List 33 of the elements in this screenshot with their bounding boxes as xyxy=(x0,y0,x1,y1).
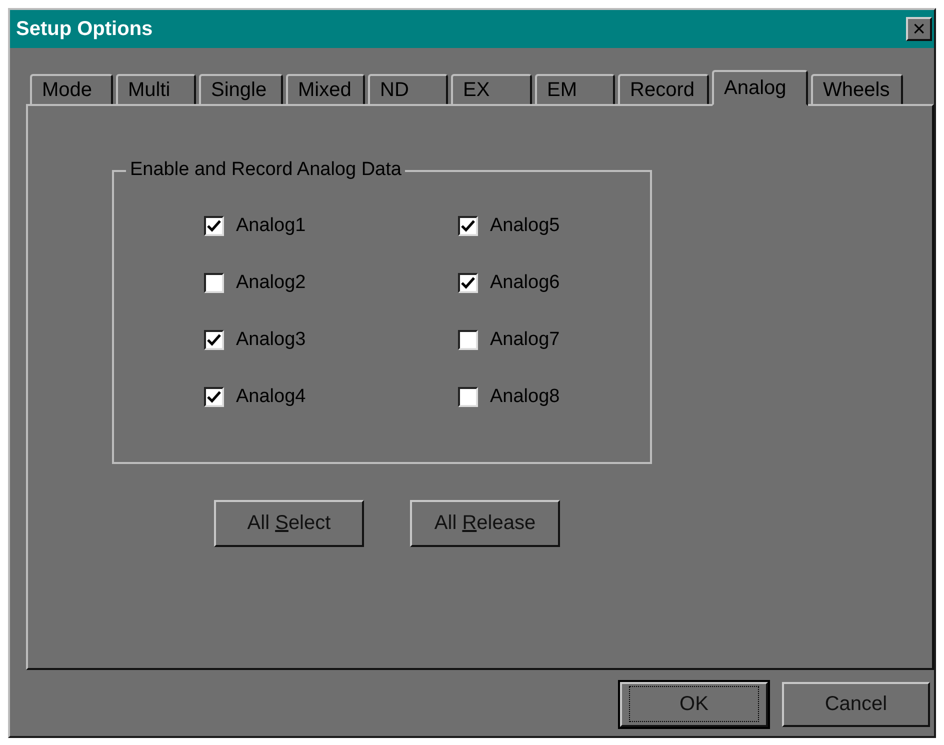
checkbox-label[interactable]: Analog4 xyxy=(236,386,306,408)
checkbox[interactable] xyxy=(204,216,224,236)
checkbox[interactable] xyxy=(458,216,478,236)
tab[interactable]: Single xyxy=(199,74,283,104)
group-title: Enable and Record Analog Data xyxy=(126,159,406,181)
tab[interactable]: EX xyxy=(451,74,532,104)
ok-button[interactable]: OK xyxy=(620,682,768,727)
checkbox-label[interactable]: Analog8 xyxy=(490,386,560,408)
checkbox-label[interactable]: Analog1 xyxy=(236,215,306,237)
checkbox[interactable] xyxy=(458,330,478,350)
checkbox-label[interactable]: Analog7 xyxy=(490,329,560,351)
tab[interactable]: Analog xyxy=(712,70,808,106)
select-button[interactable]: All Release xyxy=(410,500,560,547)
window-title: Setup Options xyxy=(16,18,153,40)
checkbox-label[interactable]: Analog3 xyxy=(236,329,306,351)
checkbox[interactable] xyxy=(458,387,478,407)
select-button[interactable]: All Select xyxy=(214,500,364,547)
checkbox[interactable] xyxy=(204,273,224,293)
close-button[interactable]: × xyxy=(906,17,932,41)
checkbox[interactable] xyxy=(458,273,478,293)
tab[interactable]: Mode xyxy=(30,74,113,104)
tab[interactable]: Mixed xyxy=(286,74,365,104)
cancel-button[interactable]: Cancel xyxy=(782,682,930,727)
checkbox[interactable] xyxy=(204,387,224,407)
checkbox[interactable] xyxy=(204,330,224,350)
checkbox-label[interactable]: Analog5 xyxy=(490,215,560,237)
tab[interactable]: ND xyxy=(368,74,448,104)
tab[interactable]: EM xyxy=(535,74,615,104)
tab[interactable]: Record xyxy=(618,74,709,104)
checkbox-label[interactable]: Analog6 xyxy=(490,272,560,294)
tab[interactable]: Multi xyxy=(116,74,196,104)
tab[interactable]: Wheels xyxy=(811,74,903,104)
checkbox-label[interactable]: Analog2 xyxy=(236,272,306,294)
